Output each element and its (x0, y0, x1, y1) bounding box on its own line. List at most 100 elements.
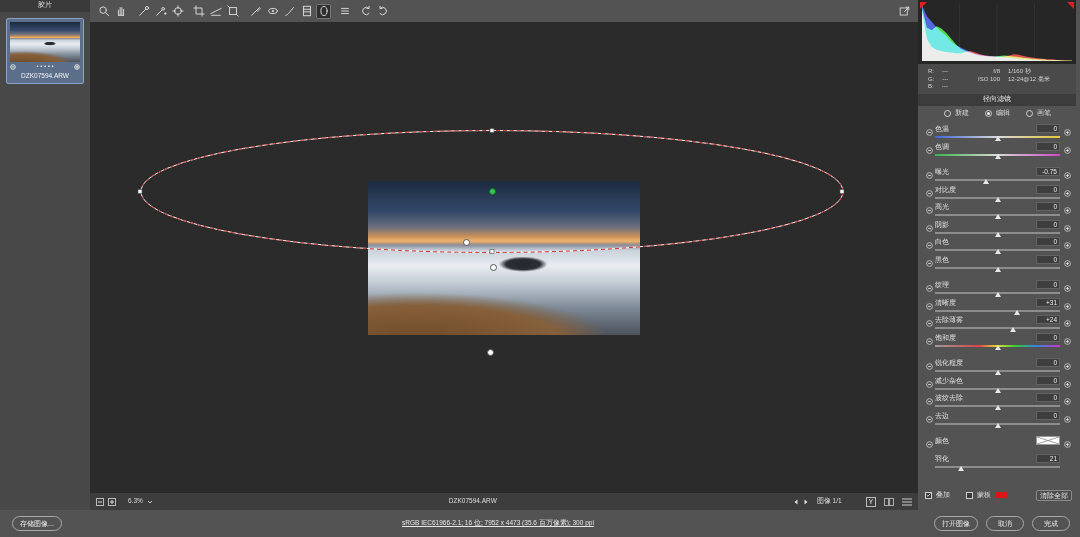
slider[interactable] (935, 324, 1060, 332)
tool-button[interactable] (375, 4, 390, 19)
save-image-button[interactable]: 存储图像... (12, 516, 62, 531)
mode-radio[interactable]: 编辑 (985, 109, 1010, 117)
slider-thumb[interactable] (995, 154, 1001, 159)
decrease-icon[interactable] (926, 225, 933, 232)
mask-checkbox[interactable]: 蒙板 (966, 491, 1007, 499)
slider[interactable] (935, 246, 1060, 254)
filter-pin[interactable] (463, 239, 470, 246)
slider[interactable] (935, 307, 1060, 315)
increase-icon[interactable] (1064, 260, 1071, 267)
slider[interactable] (935, 289, 1060, 297)
slider[interactable] (935, 211, 1060, 219)
value-field[interactable]: 0 (1036, 124, 1060, 133)
mode-radio[interactable]: 画笔 (1026, 109, 1051, 117)
tool-button[interactable] (191, 4, 206, 19)
increase-icon[interactable] (1064, 225, 1071, 232)
slider[interactable] (935, 463, 1060, 471)
color-swatch[interactable] (1036, 436, 1060, 445)
zoom-in-button[interactable] (108, 498, 116, 506)
slider-thumb[interactable] (995, 232, 1001, 237)
mask-color-swatch[interactable] (995, 492, 1007, 498)
tool-button[interactable] (248, 4, 263, 19)
decrease-icon[interactable] (926, 441, 933, 448)
split-view-icon[interactable] (884, 498, 894, 506)
tool-button[interactable] (170, 4, 185, 19)
tool-button[interactable] (358, 4, 373, 19)
mask-label[interactable]: 蒙板 (977, 491, 991, 499)
slider[interactable] (935, 194, 1060, 202)
radio-button[interactable] (944, 110, 951, 117)
next-image-icon[interactable] (803, 499, 809, 505)
increase-icon[interactable] (1064, 147, 1071, 154)
overlay-checkbox[interactable]: 叠加 (925, 491, 950, 499)
zoom-out-button[interactable] (96, 498, 104, 506)
increase-icon[interactable] (1064, 242, 1071, 249)
increase-icon[interactable] (1064, 398, 1071, 405)
slider-thumb[interactable] (995, 136, 1001, 141)
value-field[interactable]: 0 (1036, 393, 1060, 402)
tool-button[interactable] (153, 4, 168, 19)
value-field[interactable]: 0 (1036, 358, 1060, 367)
open-image-button[interactable]: 打开图像 (934, 516, 978, 531)
checkbox[interactable] (966, 492, 973, 499)
value-field[interactable]: 0 (1036, 255, 1060, 264)
increase-icon[interactable] (1064, 441, 1071, 448)
fullscreen-button[interactable] (897, 4, 912, 19)
view-settings-icon[interactable] (902, 498, 912, 506)
increase-icon[interactable] (1064, 172, 1071, 179)
slider-thumb[interactable] (995, 214, 1001, 219)
decrease-icon[interactable] (926, 147, 933, 154)
before-after-button[interactable]: Y (866, 497, 876, 507)
slider[interactable] (935, 229, 1060, 237)
increase-icon[interactable] (1064, 320, 1071, 327)
tool-button[interactable] (96, 4, 111, 19)
decrease-icon[interactable] (926, 207, 933, 214)
zoom-level[interactable]: 6.3% (128, 497, 143, 505)
value-field[interactable]: +31 (1036, 298, 1060, 307)
value-field[interactable]: 0 (1036, 202, 1060, 211)
increase-icon[interactable] (1064, 285, 1071, 292)
slider[interactable] (935, 133, 1060, 141)
rating-clear-icon[interactable] (10, 64, 16, 70)
filter-pin[interactable] (489, 188, 496, 195)
highlight-clipping-icon[interactable] (1067, 2, 1074, 9)
increase-icon[interactable] (1064, 338, 1071, 345)
checkbox[interactable] (925, 492, 932, 499)
decrease-icon[interactable] (926, 190, 933, 197)
value-field[interactable]: 21 (1036, 454, 1060, 463)
slider-track[interactable] (935, 466, 1060, 468)
value-field[interactable]: -0.75 (1036, 167, 1060, 176)
increase-icon[interactable] (1064, 190, 1071, 197)
value-field[interactable]: 0 (1036, 237, 1060, 246)
slider-track[interactable] (935, 310, 1060, 312)
tool-button[interactable] (208, 4, 223, 19)
preview-image[interactable] (368, 181, 640, 335)
slider[interactable] (935, 151, 1060, 159)
mode-radio[interactable]: 新建 (944, 109, 969, 117)
decrease-icon[interactable] (926, 172, 933, 179)
increase-icon[interactable] (1064, 381, 1071, 388)
slider[interactable] (935, 342, 1060, 350)
tool-button[interactable] (316, 4, 331, 19)
overlay-label[interactable]: 叠加 (936, 491, 950, 499)
cancel-button[interactable]: 取消 (986, 516, 1024, 531)
tool-button[interactable] (136, 4, 151, 19)
slider-thumb[interactable] (958, 466, 964, 471)
clear-all-button[interactable]: 清除全部 (1036, 490, 1072, 501)
tool-button[interactable] (265, 4, 280, 19)
increase-icon[interactable] (1064, 129, 1071, 136)
decrease-icon[interactable] (926, 320, 933, 327)
radio-button[interactable] (985, 110, 992, 117)
decrease-icon[interactable] (926, 363, 933, 370)
slider-track[interactable] (935, 179, 1060, 181)
slider[interactable] (935, 176, 1060, 184)
rating-stars[interactable]: • • • • • (36, 63, 53, 71)
zoom-dropdown-icon[interactable] (147, 499, 153, 505)
decrease-icon[interactable] (926, 260, 933, 267)
tool-button[interactable] (225, 4, 240, 19)
filter-pin[interactable] (490, 264, 497, 271)
tool-button[interactable] (337, 4, 352, 19)
value-field[interactable]: 0 (1036, 185, 1060, 194)
radio-button[interactable] (1026, 110, 1033, 117)
slider[interactable] (935, 367, 1060, 375)
